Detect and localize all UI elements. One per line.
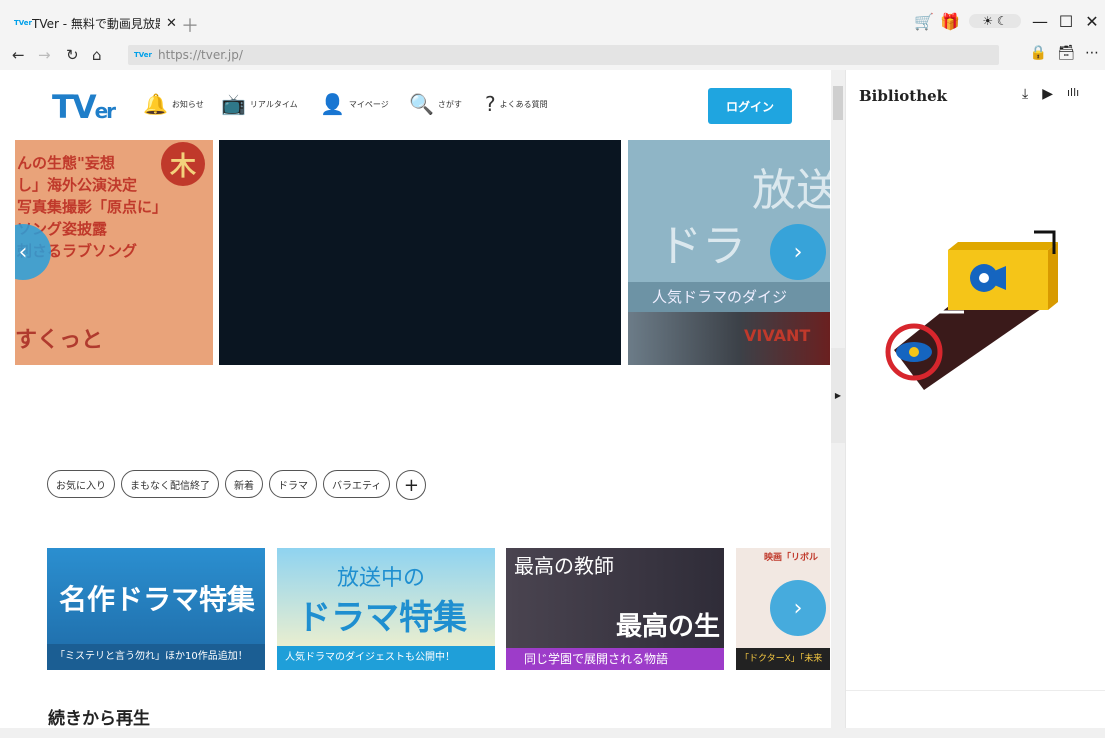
nav-realtime[interactable]: 📺 リアルタイム — [221, 92, 298, 116]
extension-icon[interactable]: 🗃 — [1057, 45, 1075, 61]
card-title: 放送中の — [337, 566, 426, 591]
feature-card[interactable]: 名作ドラマ特集 「ミステリと言う勿れ」ほか10作品追加！ — [47, 548, 265, 670]
forward-icon[interactable]: → — [38, 46, 51, 64]
card-subtitle: 同じ学園で展開される物語 — [506, 648, 724, 670]
home-icon[interactable]: ⌂ — [92, 46, 102, 64]
nav-label: お知らせ — [171, 99, 204, 109]
hero-slide-center[interactable] — [219, 140, 621, 365]
feature-card[interactable]: 放送中の ドラマ特集 人気ドラマのダイジェストも公開中！ — [277, 548, 495, 670]
title-bar: TVer TVer - 無料で動画見放題 ✕ ＋ 🛒 🎁 ☀ ☾ — ☐ ✕ — [0, 0, 1105, 40]
back-icon[interactable]: ← — [12, 46, 25, 64]
nav-label: よくある質問 — [499, 99, 548, 109]
help-icon: ? — [485, 92, 496, 116]
more-icon[interactable]: ⋯ — [1085, 45, 1099, 61]
category-chips: お気に入り まもなく配信終了 新着 ドラマ バラエティ + — [47, 470, 427, 500]
chip-variety[interactable]: バラエティ — [323, 470, 391, 498]
tver-favicon: TVer — [14, 19, 33, 27]
nav-label: マイページ — [348, 99, 389, 109]
logo-sub: er — [94, 99, 116, 123]
card-title: 名作ドラマ特集 — [59, 583, 256, 616]
card-title-main: ドラマ特集 — [297, 598, 467, 638]
tab-close-icon[interactable]: ✕ — [166, 16, 177, 31]
card-subtitle: 「ミステリと言う勿れ」ほか10作品追加！ — [47, 644, 265, 670]
login-button[interactable]: ログイン — [708, 88, 792, 124]
carousel-next-button[interactable]: › — [770, 224, 826, 280]
panel-title: Bibliothek — [859, 87, 948, 105]
nav-mypage[interactable]: 👤 マイページ — [320, 92, 389, 116]
browser-tab[interactable]: TVer TVer - 無料で動画見放題 ✕ — [14, 12, 177, 34]
empty-library-illustration — [885, 230, 1058, 390]
audio-icon[interactable]: ıllı — [1067, 86, 1079, 102]
panel-divider — [846, 690, 1105, 691]
download-icon[interactable]: ⤓ — [1022, 86, 1028, 102]
nav-search[interactable]: 🔍 さがす — [409, 92, 462, 116]
library-panel: Bibliothek ⤓ ▶ ıllı — [845, 70, 1105, 730]
url-field[interactable]: TVer https://tver.jp/ — [128, 45, 999, 65]
web-page: TVer 🔔 お知らせ 📺 リアルタイム 👤 マイページ 🔍 さがす ? よくある質問 ロ… — [15, 70, 830, 730]
card-title: 最高の教師 — [514, 554, 614, 578]
nav-label: さがす — [437, 99, 462, 109]
url-text: https://tver.jp/ — [158, 48, 243, 62]
user-icon: 👤 — [320, 92, 345, 116]
lock-icon[interactable]: 🔒 — [1030, 45, 1047, 61]
add-chip-button[interactable]: + — [396, 470, 427, 500]
scrollbar-thumb[interactable] — [833, 86, 843, 120]
continue-watching-heading: 続きから再生 — [48, 709, 150, 729]
nav-notifications[interactable]: 🔔 お知らせ — [143, 92, 204, 116]
gift-icon[interactable]: 🎁 — [937, 12, 963, 31]
chip-ending-soon[interactable]: まもなく配信終了 — [121, 470, 219, 498]
theme-toggle-icon[interactable]: ☀ ☾ — [969, 14, 1021, 28]
chip-new[interactable]: 新着 — [225, 470, 263, 498]
url-favicon: TVer — [134, 51, 153, 59]
cart-icon[interactable]: 🛒 — [911, 12, 937, 31]
tv-icon: 📺 — [221, 92, 246, 116]
panel-toolbar: ⤓ ▶ ıllı — [1022, 86, 1079, 102]
card-title: 映画「リボル — [764, 553, 819, 563]
hero-right-band: 人気ドラマのダイジ — [628, 282, 830, 312]
minimize-icon[interactable]: — — [1027, 12, 1053, 31]
logo-main: TV — [52, 88, 97, 126]
video-icon[interactable]: ▶ — [1042, 86, 1053, 102]
maximize-icon[interactable]: ☐ — [1053, 12, 1079, 31]
tver-logo[interactable]: TVer — [52, 88, 116, 126]
hero-right-title1: 放送 — [752, 165, 830, 216]
address-actions: 🔒 🗃 ⋯ — [1030, 45, 1099, 61]
chip-drama[interactable]: ドラマ — [269, 470, 317, 498]
bell-icon: 🔔 — [143, 92, 168, 116]
card-subtitle: 「ドクターX」「未来 — [736, 648, 830, 670]
hero-left-badge: 木 — [161, 142, 205, 186]
card-subtitle: 人気ドラマのダイジェストも公開中！ — [277, 646, 495, 670]
window-controls: 🛒 🎁 ☀ ☾ — ☐ ✕ — [911, 8, 1105, 34]
panel-collapse-handle[interactable]: ▶ — [831, 348, 845, 443]
nav-faq[interactable]: ? よくある質問 — [485, 92, 548, 116]
tab-title: TVer - 無料で動画見放題 — [32, 16, 160, 31]
hero-right-title2: ドラ — [658, 221, 746, 272]
chip-favorites[interactable]: お気に入り — [47, 470, 115, 498]
feature-card[interactable]: 最高の教師 最高の生徒 同じ学園で展開される物語 — [506, 548, 724, 670]
close-window-icon[interactable]: ✕ — [1079, 12, 1105, 31]
new-tab-icon[interactable]: ＋ — [181, 12, 199, 38]
cards-next-button[interactable]: › — [770, 580, 826, 636]
reload-icon[interactable]: ↻ — [66, 46, 79, 64]
nav-label: リアルタイム — [249, 99, 298, 109]
hero-right-vivant: VIVANT — [744, 326, 811, 345]
horizontal-scrollbar[interactable] — [0, 728, 1105, 738]
hero-left-bottom: すくっと — [15, 328, 104, 353]
search-icon: 🔍 — [409, 92, 434, 116]
